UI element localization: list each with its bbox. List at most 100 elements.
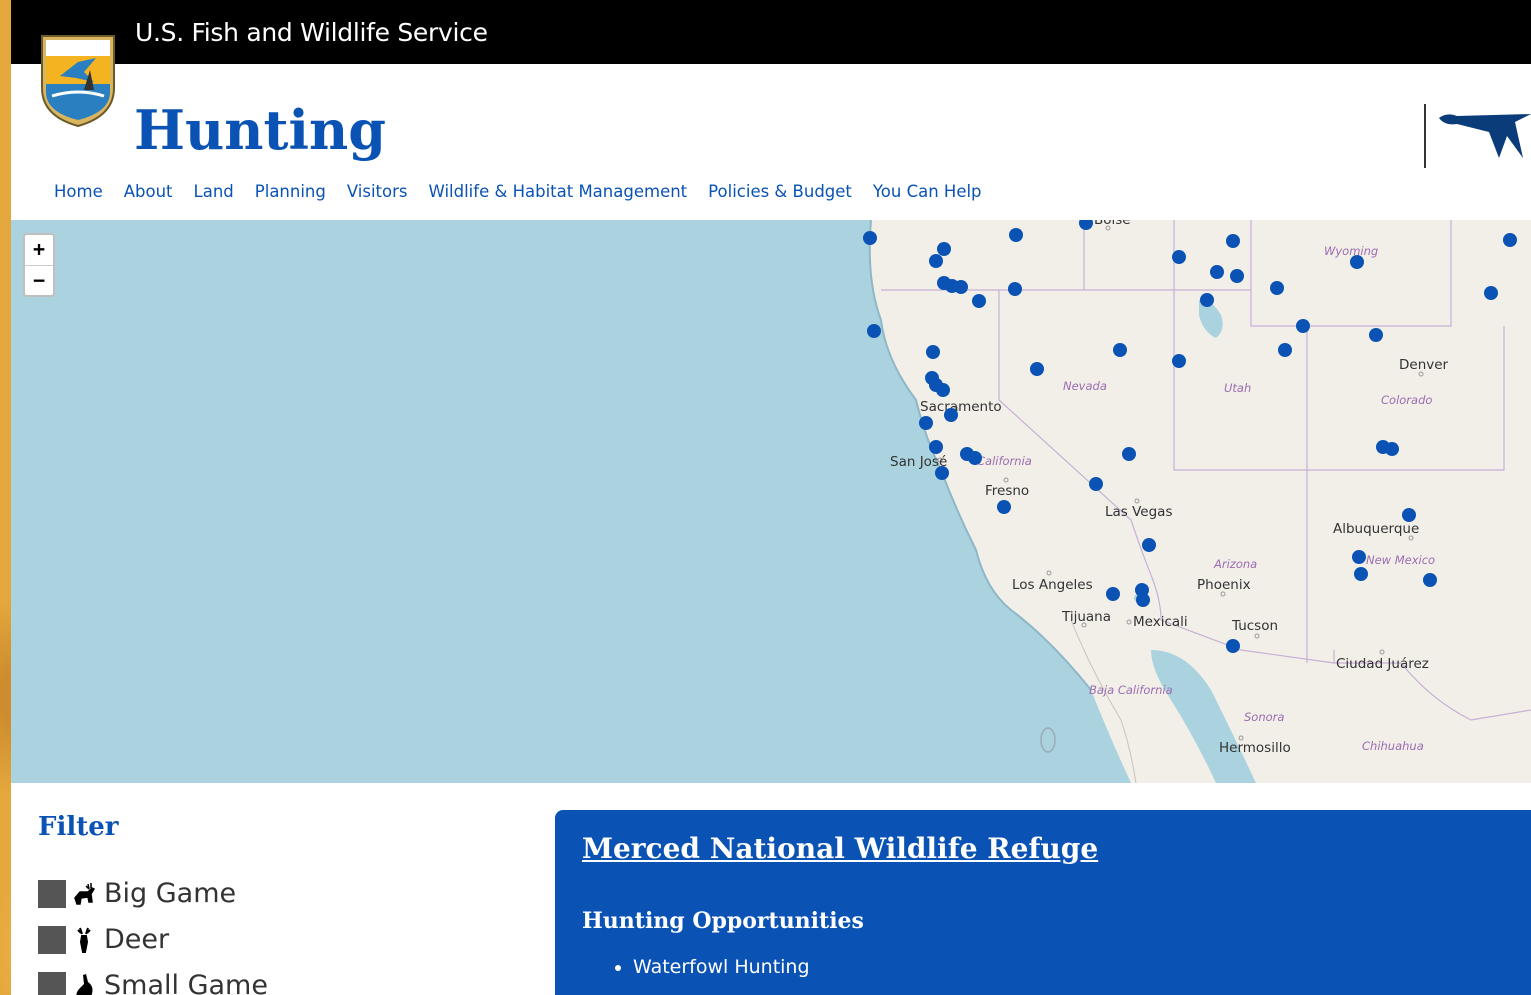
city-label: Hermosillo	[1219, 740, 1291, 756]
refuge-marker	[954, 280, 968, 294]
checkbox[interactable]	[38, 879, 66, 908]
refuge-marker	[972, 294, 986, 308]
page-title: Hunting	[134, 98, 387, 162]
map-canvas[interactable]: Boise Sacramento San José Fresno Las Veg…	[11, 220, 1531, 783]
refuge-marker	[935, 466, 949, 480]
nav-planning[interactable]: Planning	[255, 182, 326, 201]
nav-about[interactable]: About	[124, 182, 173, 201]
refuge-marker	[1385, 442, 1399, 456]
refuge-marker	[1352, 550, 1366, 564]
refuge-marker	[1200, 293, 1214, 307]
opportunities-list: Waterfowl Hunting	[617, 956, 810, 978]
refuge-marker	[863, 231, 877, 245]
nav-wildlife-habitat[interactable]: Wildlife & Habitat Management	[429, 182, 688, 201]
state-label: Chihuahua	[1362, 739, 1424, 753]
refuge-marker	[1270, 281, 1284, 295]
nav-home[interactable]: Home	[54, 182, 103, 201]
filter-title: Filter	[38, 812, 119, 842]
refuge-marker	[1226, 234, 1240, 248]
refuge-name-link[interactable]: Merced National Wildlife Refuge	[582, 832, 1098, 865]
list-item: Waterfowl Hunting	[633, 956, 810, 978]
refuge-marker	[1369, 328, 1383, 342]
refuge-marker	[936, 383, 950, 397]
zoom-control: + −	[23, 233, 55, 297]
refuge-marker	[867, 324, 881, 338]
city-label: Albuquerque	[1333, 521, 1419, 537]
refuge-marker	[926, 345, 940, 359]
refuge-marker	[1172, 250, 1186, 264]
filter-item-small-game[interactable]: Small Game	[38, 970, 268, 995]
refuge-marker	[1484, 286, 1498, 300]
refuge-marker	[1354, 567, 1368, 581]
city-label: Tijuana	[1061, 609, 1111, 625]
state-label: Arizona	[1213, 557, 1257, 571]
refuge-marker	[1296, 319, 1310, 333]
refuge-marker	[1503, 233, 1517, 247]
refuge-marker	[1230, 269, 1244, 283]
refuge-marker	[997, 500, 1011, 514]
city-label: Tucson	[1231, 618, 1278, 634]
refuge-marker	[1089, 477, 1103, 491]
state-label: Sonora	[1244, 710, 1284, 724]
rabbit-icon	[76, 973, 93, 995]
state-label: Nevada	[1063, 379, 1107, 393]
refuge-marker	[1210, 265, 1224, 279]
city-label: Ciudad Juárez	[1336, 656, 1429, 672]
refuge-marker	[1030, 362, 1044, 376]
state-label: Utah	[1224, 381, 1251, 395]
nav-visitors[interactable]: Visitors	[347, 182, 408, 201]
refuge-marker	[1142, 538, 1156, 552]
refuge-marker	[1106, 587, 1120, 601]
state-label: Colorado	[1381, 393, 1432, 407]
refuge-marker	[1009, 228, 1023, 242]
state-label: New Mexico	[1366, 553, 1435, 567]
agency-name[interactable]: U.S. Fish and Wildlife Service	[135, 18, 488, 47]
state-label: California	[977, 454, 1032, 468]
deer-icon	[77, 927, 91, 953]
nav-you-can-help[interactable]: You Can Help	[873, 182, 982, 201]
refuge-info-panel: Merced National Wildlife Refuge Hunting …	[555, 810, 1531, 995]
filter-item-deer[interactable]: Deer	[38, 924, 169, 955]
state-label: Wyoming	[1324, 244, 1378, 258]
city-label: Boise	[1094, 220, 1131, 228]
city-label: Fresno	[985, 483, 1029, 499]
filter-panel: Filter Big Game Deer Small Game	[38, 812, 268, 995]
nav-land[interactable]: Land	[194, 182, 234, 201]
refuge-marker	[1113, 343, 1127, 357]
filter-item-big-game[interactable]: Big Game	[38, 878, 236, 909]
refuge-marker	[937, 242, 951, 256]
refuge-marker	[1008, 282, 1022, 296]
main-nav: Home About Land Planning Visitors Wildli…	[54, 182, 982, 201]
bird-brand-icon	[1424, 104, 1531, 168]
city-label: Los Angeles	[1012, 577, 1093, 593]
filter-label: Big Game	[104, 878, 237, 909]
zoom-out-button[interactable]: −	[25, 266, 53, 296]
refuge-marker	[1136, 593, 1150, 607]
hunting-opportunities-heading: Hunting Opportunities	[582, 908, 864, 934]
usfws-logo[interactable]	[38, 30, 118, 128]
city-label: Phoenix	[1197, 577, 1251, 593]
refuge-marker	[1423, 573, 1437, 587]
zoom-in-button[interactable]: +	[25, 235, 53, 266]
checkbox[interactable]	[38, 925, 66, 954]
refuge-marker	[944, 408, 958, 422]
city-label: Denver	[1399, 357, 1449, 373]
nav-policies-budget[interactable]: Policies & Budget	[708, 182, 852, 201]
refuge-marker	[1172, 354, 1186, 368]
city-label: Sacramento	[920, 399, 1002, 415]
city-label: Las Vegas	[1105, 504, 1173, 520]
refuge-marker	[1278, 343, 1292, 357]
refuge-marker	[929, 254, 943, 268]
refuge-marker	[919, 416, 933, 430]
refuge-marker	[929, 440, 943, 454]
refuge-map[interactable]: Boise Sacramento San José Fresno Las Veg…	[11, 220, 1531, 783]
filter-label: Small Game	[104, 970, 268, 995]
refuge-marker	[968, 451, 982, 465]
state-label: Baja California	[1089, 683, 1173, 697]
page: U.S. Fish and Wildlife Service Hunting H…	[11, 0, 1531, 995]
refuge-marker	[1122, 447, 1136, 461]
refuge-marker	[1402, 508, 1416, 522]
checkbox[interactable]	[38, 971, 66, 995]
top-bar: U.S. Fish and Wildlife Service	[11, 0, 1531, 64]
city-label: Mexicali	[1133, 614, 1188, 630]
